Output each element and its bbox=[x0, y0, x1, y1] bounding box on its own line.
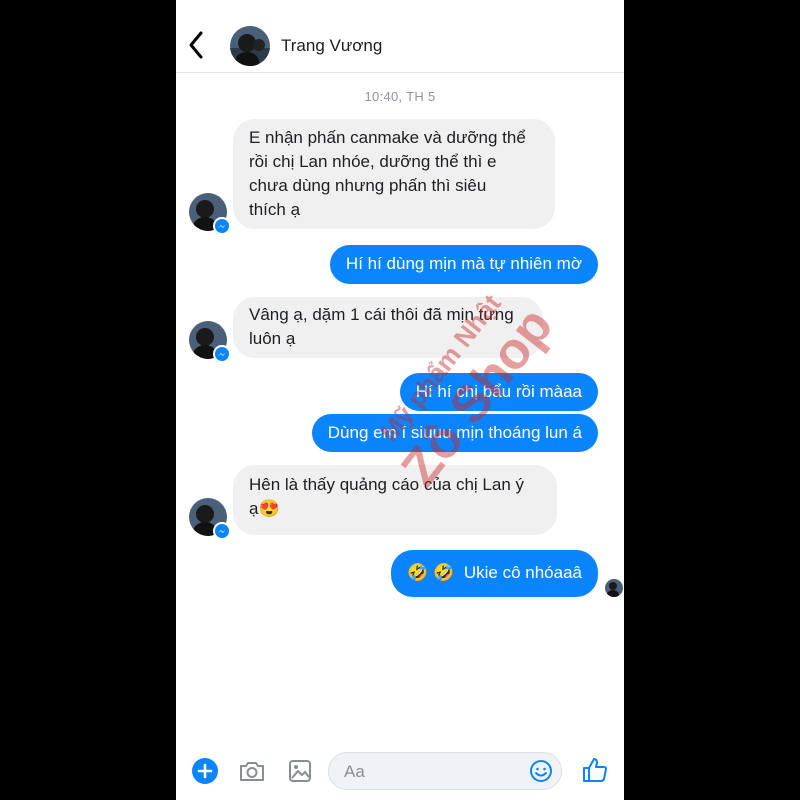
message-bubble-incoming[interactable]: Hên là thấy quảng cáo của chị Lan ý ạ😍 bbox=[233, 465, 557, 535]
seen-avatar bbox=[605, 579, 623, 597]
message-bubble-outgoing[interactable]: 🤣 🤣 Ukie cô nhóaaâ bbox=[391, 550, 598, 597]
message-input[interactable]: Aa bbox=[328, 752, 562, 790]
heart-eyes-emoji: 😍 bbox=[258, 499, 280, 518]
messenger-badge-icon bbox=[213, 345, 231, 363]
messenger-badge-icon bbox=[213, 522, 231, 540]
message-text: Hí hí chị bẩu rồi màaa bbox=[415, 382, 582, 401]
message-bubble-outgoing[interactable]: Hí hí chị bẩu rồi màaa bbox=[399, 373, 598, 411]
message-bubble-incoming[interactable]: E nhận phấn canmake và dưỡng thể rồi chị… bbox=[233, 119, 555, 229]
like-icon[interactable] bbox=[581, 756, 609, 784]
contact-name[interactable]: Trang Vương bbox=[281, 36, 382, 56]
message-text: Dùng em í siuuu mịn thoáng lun á bbox=[327, 423, 582, 442]
emoji-icon[interactable] bbox=[529, 759, 553, 783]
message-line: rồi chị Lan nhóe, dưỡng thể thì e bbox=[249, 152, 497, 171]
message-bubble-outgoing[interactable]: Dùng em í siuuu mịn thoáng lun á bbox=[311, 414, 598, 452]
back-chevron-icon[interactable] bbox=[186, 30, 206, 60]
message-line: Vâng ạ, dặm 1 cái thôi đã mịn tưng bbox=[249, 305, 514, 324]
message-text: Ukie cô nhóaaâ bbox=[463, 563, 582, 582]
image-icon[interactable] bbox=[288, 759, 312, 783]
message-text: Hí hí dùng mịn mà tự nhiên mờ bbox=[345, 254, 582, 273]
message-composer: Aa bbox=[176, 740, 624, 800]
chat-screen: Trang Vương 10:40, TH 5 E nhận phấn canm… bbox=[176, 0, 624, 800]
camera-icon[interactable] bbox=[238, 759, 266, 783]
message-bubble-outgoing[interactable]: Hí hí dùng mịn mà tự nhiên mờ bbox=[329, 245, 598, 284]
message-line: chưa dùng nhưng phấn thì siêu bbox=[249, 176, 487, 195]
messenger-badge-icon bbox=[213, 217, 231, 235]
laughing-emojis: 🤣 🤣 bbox=[407, 563, 455, 582]
message-line: E nhận phấn canmake và dưỡng thể bbox=[249, 128, 526, 147]
message-bubble-incoming[interactable]: Vâng ạ, dặm 1 cái thôi đã mịn tưng luôn … bbox=[233, 297, 543, 358]
message-input-placeholder: Aa bbox=[344, 762, 365, 781]
message-line: Hên là thấy quảng cáo của chị Lan ý bbox=[249, 475, 525, 494]
message-line: thích ạ bbox=[249, 200, 301, 219]
add-icon[interactable] bbox=[192, 758, 218, 784]
contact-avatar[interactable] bbox=[230, 26, 270, 66]
chat-header: Trang Vương bbox=[176, 0, 624, 73]
message-timestamp: 10:40, TH 5 bbox=[364, 89, 436, 104]
message-line: luôn ạ bbox=[249, 329, 296, 348]
